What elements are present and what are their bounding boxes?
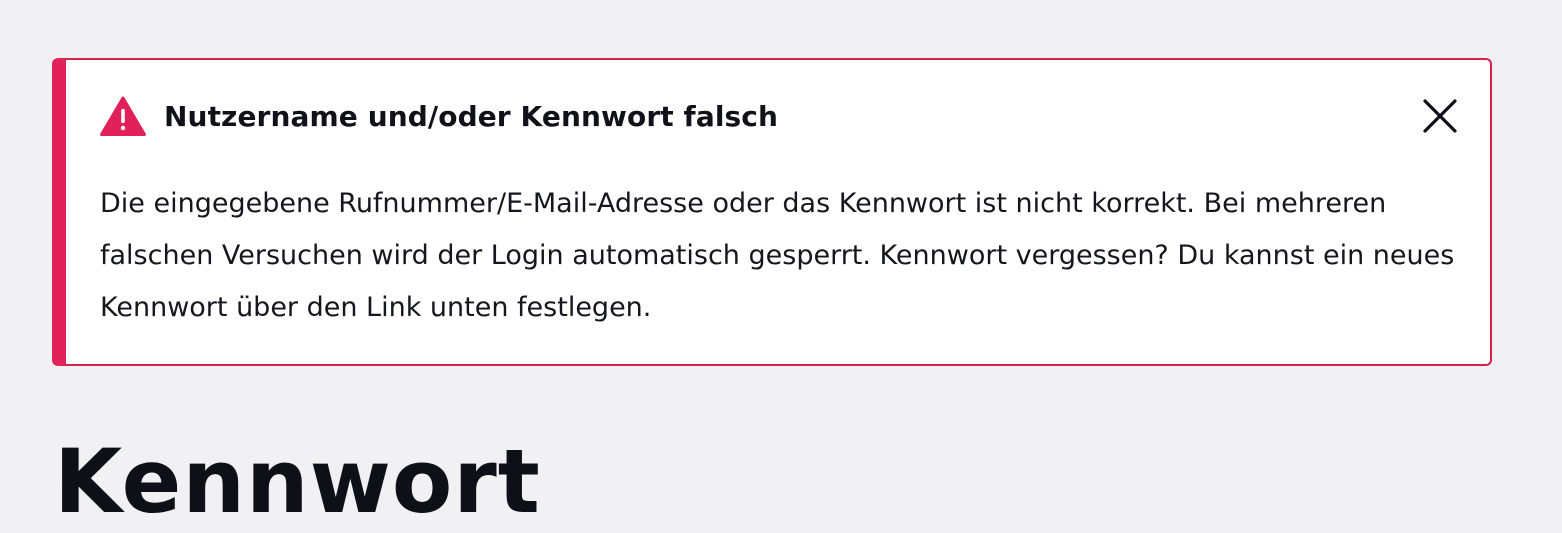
error-alert: Nutzername und/oder Kennwort falsch Die … — [52, 58, 1492, 366]
alert-title: Nutzername und/oder Kennwort falsch — [164, 99, 779, 133]
page-title: Kennwort — [54, 430, 541, 533]
close-button[interactable] — [1418, 94, 1462, 138]
warning-triangle-icon — [100, 96, 146, 136]
close-icon — [1423, 99, 1457, 133]
alert-header: Nutzername und/oder Kennwort falsch — [100, 96, 778, 136]
alert-message: Die eingegebene Rufnummer/E-Mail-Adresse… — [100, 188, 1455, 323]
